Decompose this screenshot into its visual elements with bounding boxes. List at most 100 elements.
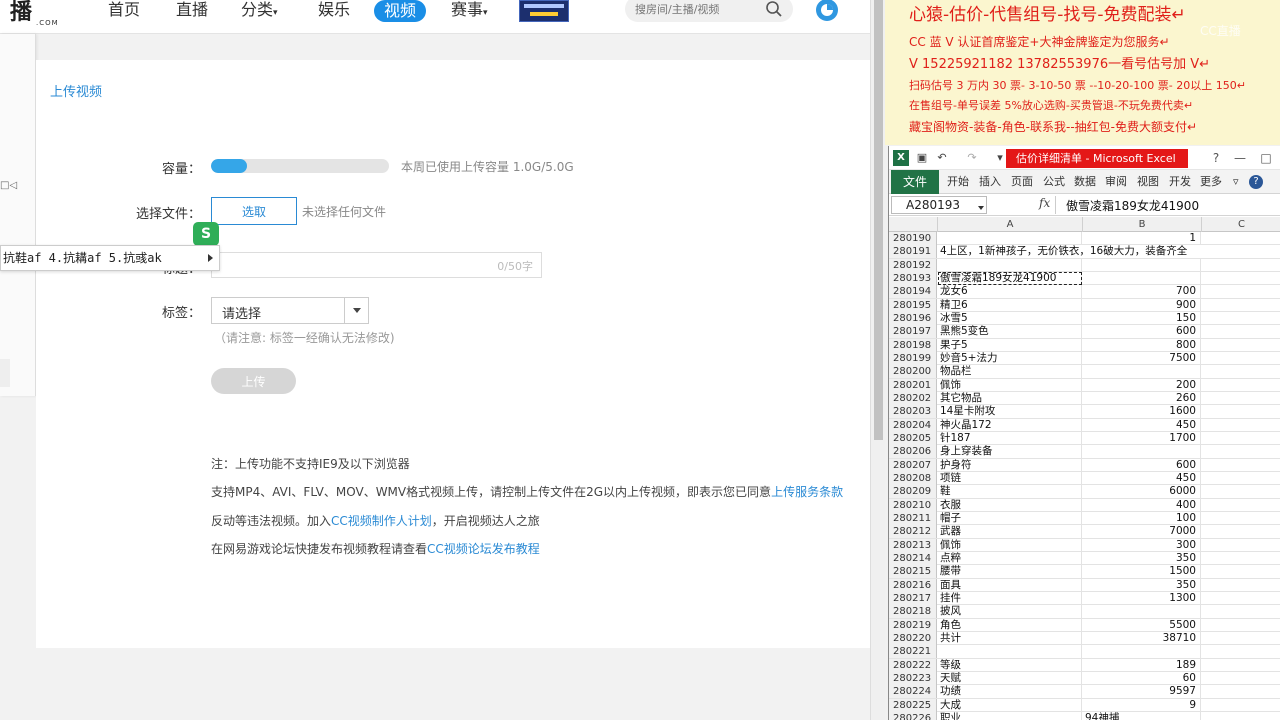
row-header[interactable]: 280198 [889, 338, 937, 352]
row-header[interactable]: 280193 [889, 271, 937, 285]
cell-c[interactable] [1202, 285, 1280, 298]
column-header-a[interactable]: A [938, 217, 1083, 232]
cell-c[interactable] [1202, 325, 1280, 338]
cell-b[interactable]: 600 [1083, 325, 1201, 339]
forum-tutorial-link[interactable]: CC视频论坛发布教程 [427, 542, 540, 556]
row-header[interactable]: 280218 [889, 605, 937, 619]
cell-b[interactable]: 200 [1083, 378, 1201, 392]
search-input[interactable] [635, 0, 765, 19]
cell-c[interactable] [1202, 525, 1280, 538]
ribbon-tab-data[interactable]: 数据 [1074, 170, 1096, 194]
cell-c[interactable] [1202, 459, 1280, 472]
cell-a[interactable]: 武器 [938, 525, 1082, 539]
cell-b[interactable]: 5500 [1083, 618, 1201, 632]
ribbon-collapse-icon[interactable]: ▿ [1233, 170, 1239, 194]
cell-c[interactable] [1202, 592, 1280, 605]
row-header[interactable]: 280194 [889, 285, 937, 299]
cell-a[interactable]: 项链 [938, 471, 1082, 485]
cell-b[interactable]: 450 [1083, 471, 1201, 485]
ribbon-tab-insert[interactable]: 插入 [979, 170, 1001, 194]
cell-c[interactable] [1202, 379, 1280, 392]
ime-next-icon[interactable] [208, 254, 213, 262]
cell-b[interactable]: 450 [1083, 418, 1201, 432]
cell-b[interactable]: 400 [1083, 498, 1201, 512]
row-header[interactable]: 280205 [889, 431, 937, 445]
cell-c[interactable] [1202, 339, 1280, 352]
cell-a[interactable]: 其它物品 [938, 391, 1082, 405]
cell-c[interactable] [1202, 352, 1280, 365]
cell-b[interactable]: 38710 [1083, 631, 1201, 645]
cell-b[interactable]: 189 [1083, 658, 1201, 672]
cell-c[interactable] [1202, 472, 1280, 485]
cell-c[interactable] [1202, 432, 1280, 445]
site-logo[interactable]: 播 [10, 0, 32, 26]
cell-b[interactable]: 9 [1083, 698, 1201, 712]
cell-c[interactable] [1202, 272, 1280, 285]
row-header[interactable]: 280191 [889, 245, 937, 259]
row-header[interactable]: 280221 [889, 645, 937, 659]
cell-a[interactable]: 大成 [938, 698, 1082, 712]
nav-home[interactable]: 首页 [108, 0, 140, 20]
cell-a[interactable]: 职业 [938, 711, 1082, 720]
cell-c[interactable] [1202, 312, 1280, 325]
upload-button[interactable]: 上传 [211, 368, 296, 394]
row-header[interactable]: 280199 [889, 351, 937, 365]
cell-a[interactable]: 针187 [938, 431, 1082, 445]
undo-icon[interactable]: ↶ [935, 151, 949, 165]
cell-a[interactable]: 等级 [938, 658, 1082, 672]
cell-b[interactable] [1083, 445, 1201, 459]
scroll-thumb[interactable] [874, 0, 883, 440]
cell-b[interactable]: 100 [1083, 511, 1201, 525]
cell-c[interactable] [1202, 365, 1280, 378]
minimize-icon[interactable]: — [1231, 149, 1249, 167]
cell-c[interactable] [1202, 619, 1280, 632]
page-title[interactable]: 上传视频 [50, 81, 102, 100]
cell-b[interactable]: 1700 [1083, 431, 1201, 445]
nav-video[interactable]: 视频 [374, 0, 427, 22]
row-header[interactable]: 280224 [889, 685, 937, 699]
cell-a[interactable]: 角色 [938, 618, 1082, 632]
row-header[interactable]: 280225 [889, 698, 937, 712]
row-header[interactable]: 280201 [889, 378, 937, 392]
cell-a[interactable]: 身上穿装备 [938, 445, 1082, 459]
side-panel-icon[interactable]: □◁ [0, 180, 17, 191]
cell-a[interactable]: 帽子 [938, 511, 1082, 525]
row-header[interactable]: 280190 [889, 232, 937, 245]
cell-c[interactable] [1202, 672, 1280, 685]
cell-a[interactable]: 黑熊5变色 [938, 325, 1082, 339]
cell-a[interactable]: 衣服 [938, 498, 1082, 512]
cell-c[interactable] [1202, 699, 1280, 712]
cell-a[interactable]: 精卫6 [938, 298, 1082, 312]
cell-b[interactable] [1083, 258, 1201, 272]
cell-a[interactable]: 佩饰 [938, 538, 1082, 552]
row-header[interactable]: 280216 [889, 578, 937, 592]
cell-a[interactable]: 龙女6 [938, 285, 1082, 299]
cell-b[interactable]: 1 [1083, 232, 1201, 245]
cell-b[interactable] [1083, 605, 1201, 619]
cell-c[interactable] [1202, 579, 1280, 592]
cell-a[interactable]: 果子5 [938, 338, 1082, 352]
cell-a[interactable]: 神火晶172 [938, 418, 1082, 432]
cell-a[interactable]: 腰带 [938, 565, 1082, 579]
row-header[interactable]: 280200 [889, 365, 937, 379]
cell-a[interactable]: 鞋 [938, 485, 1082, 499]
ribbon-help-icon[interactable]: ? [1249, 175, 1263, 189]
cell-c[interactable] [1202, 485, 1280, 498]
cell-b[interactable]: 350 [1083, 578, 1201, 592]
cell-b[interactable]: 600 [1083, 458, 1201, 472]
cell-a[interactable]: 天赋 [938, 671, 1082, 685]
page-scrollbar[interactable] [870, 0, 885, 720]
row-header[interactable]: 280210 [889, 498, 937, 512]
cell-c[interactable] [1202, 645, 1280, 658]
cell-a[interactable]: 物品栏 [938, 365, 1082, 379]
ribbon-tab-home[interactable]: 开始 [947, 170, 969, 194]
row-header[interactable]: 280202 [889, 391, 937, 405]
cell-b[interactable]: 60 [1083, 671, 1201, 685]
row-header[interactable]: 280212 [889, 525, 937, 539]
cell-b[interactable]: 1300 [1083, 591, 1201, 605]
help-icon[interactable]: ? [1207, 149, 1225, 167]
nav-category[interactable]: 分类▾ [241, 0, 278, 20]
cell-c[interactable] [1202, 712, 1280, 720]
cell-c[interactable] [1202, 605, 1280, 618]
cell-c[interactable] [1202, 299, 1280, 312]
